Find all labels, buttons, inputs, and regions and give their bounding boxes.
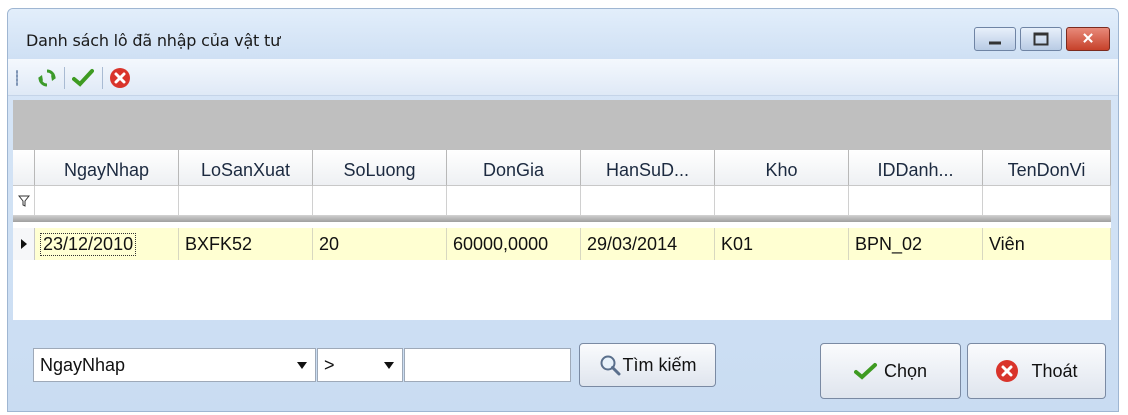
search-icon [599, 354, 621, 376]
maximize-icon [1033, 32, 1049, 46]
cell-value: 29/03/2014 [587, 233, 678, 254]
column-header-label: LoSanXuat [200, 160, 291, 180]
search-button[interactable]: Tìm kiếm [579, 343, 716, 387]
column-header-label: Kho [765, 160, 798, 180]
column-header[interactable]: DonGia [447, 150, 581, 186]
refresh-button[interactable] [36, 67, 58, 89]
filter-cell[interactable] [715, 186, 849, 216]
exit-button-label: Thoát [1031, 360, 1078, 381]
cell-value: 23/12/2010 [39, 232, 137, 256]
filter-cell[interactable] [313, 186, 447, 216]
check-icon [72, 69, 94, 87]
cell-value: Viên [989, 233, 1025, 254]
row-indicator-header [13, 150, 35, 186]
data-grid: NgayNhap LoSanXuat SoLuong DonGia HanSuD… [13, 150, 1111, 320]
check-icon [853, 361, 878, 381]
choose-button-label: Chọn [883, 360, 928, 381]
column-header[interactable]: SoLuong [313, 150, 447, 186]
column-header[interactable]: HanSuD... [581, 150, 715, 186]
search-field-value: NgayNhap [40, 354, 126, 375]
table-cell[interactable]: BXFK52 [179, 228, 313, 260]
refresh-icon [38, 69, 56, 87]
column-header-label: TenDonVi [1007, 160, 1086, 180]
table-cell[interactable]: 23/12/2010 [35, 228, 179, 260]
cell-value: 20 [319, 233, 340, 254]
title-bar[interactable]: Danh sách lô đã nhập của vật tư ✕ [8, 9, 1118, 59]
column-header-label: DonGia [482, 160, 545, 180]
chevron-down-icon [384, 362, 394, 369]
window-controls: ✕ [970, 27, 1110, 51]
search-field-select[interactable]: NgayNhap [33, 348, 316, 382]
exit-button[interactable]: Thoát [967, 343, 1106, 399]
choose-button[interactable]: Chọn [820, 343, 961, 399]
column-header[interactable]: LoSanXuat [179, 150, 313, 186]
filter-cell[interactable] [581, 186, 715, 216]
close-icon: ✕ [1081, 30, 1095, 48]
table-cell[interactable]: 20 [313, 228, 447, 260]
filter-separator [13, 216, 1111, 222]
table-cell[interactable]: K01 [715, 228, 849, 260]
chevron-down-icon [297, 362, 307, 369]
filter-row-indicator [13, 186, 35, 216]
maximize-button[interactable] [1020, 27, 1062, 51]
group-by-panel[interactable] [13, 100, 1111, 150]
column-header-label: NgayNhap [63, 160, 150, 180]
toolbar-separator [102, 67, 103, 89]
filter-cell[interactable] [447, 186, 581, 216]
toolbar-separator [64, 67, 65, 89]
filter-cell[interactable] [179, 186, 313, 216]
filter-cell[interactable] [849, 186, 983, 216]
cell-value: 60000,0000 [453, 233, 549, 254]
search-operator-value: > [324, 354, 335, 375]
column-header[interactable]: Kho [715, 150, 849, 186]
filter-icon [17, 195, 30, 207]
row-indicator[interactable] [13, 228, 35, 260]
cancel-icon [995, 359, 1019, 383]
table-cell[interactable]: Viên [983, 228, 1111, 260]
filter-cell[interactable] [35, 186, 179, 216]
filter-cell[interactable] [983, 186, 1111, 216]
column-header[interactable]: NgayNhap [35, 150, 179, 186]
column-header[interactable]: IDDanh... [849, 150, 983, 186]
table-cell[interactable]: 29/03/2014 [581, 228, 715, 260]
cell-value: BPN_02 [855, 233, 923, 254]
search-button-label: Tìm kiếm [622, 354, 697, 375]
column-header[interactable]: TenDonVi [983, 150, 1111, 186]
cancel-icon [110, 68, 130, 88]
toolbar-grip[interactable] [16, 70, 18, 86]
search-input[interactable] [404, 348, 571, 382]
column-header-label: HanSuD... [605, 160, 690, 180]
select-button[interactable] [72, 67, 94, 89]
window-title: Danh sách lô đã nhập của vật tư [26, 31, 281, 50]
cancel-button[interactable] [109, 67, 131, 89]
cell-value: BXFK52 [185, 233, 253, 254]
close-button[interactable]: ✕ [1066, 27, 1110, 51]
minimize-button[interactable] [974, 27, 1016, 51]
column-header-label: SoLuong [343, 160, 416, 180]
search-operator-select[interactable]: > [317, 348, 403, 382]
toolbar [8, 59, 1118, 96]
column-header-label: IDDanh... [877, 160, 954, 180]
table-cell[interactable]: 60000,0000 [447, 228, 581, 260]
current-row-arrow-icon [20, 239, 27, 249]
minimize-icon [989, 41, 1001, 45]
cell-value: K01 [721, 233, 754, 254]
table-cell[interactable]: BPN_02 [849, 228, 983, 260]
